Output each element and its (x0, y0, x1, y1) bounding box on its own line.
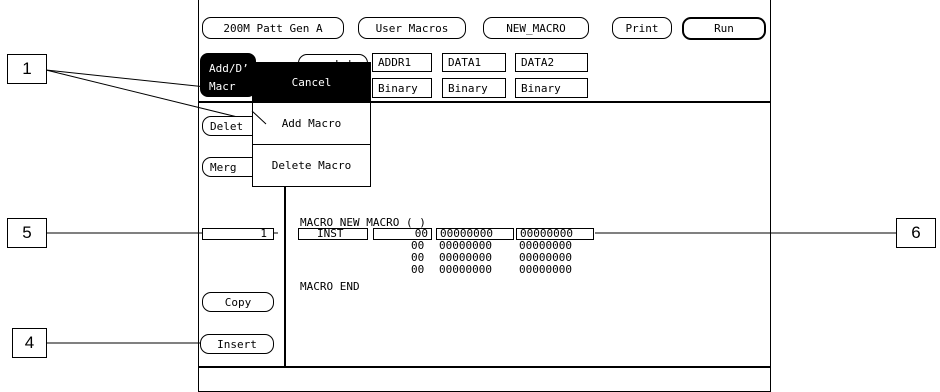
callout-leader-overlay (251, 110, 267, 125)
